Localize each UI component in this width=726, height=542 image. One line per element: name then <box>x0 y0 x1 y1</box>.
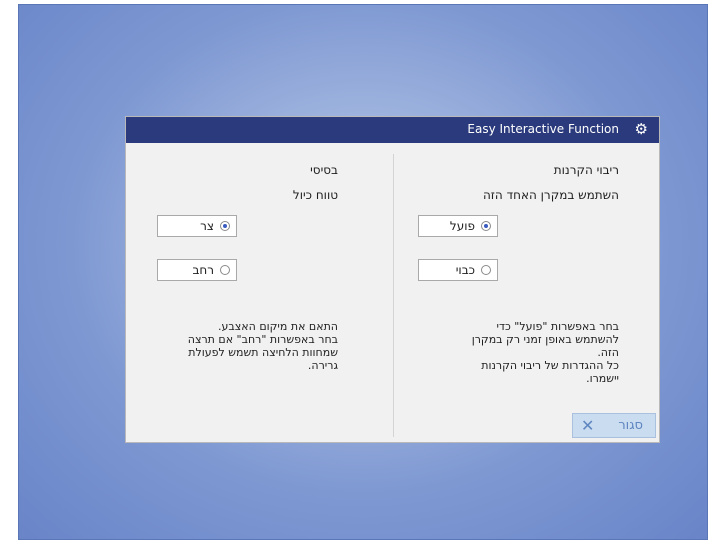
settings-dialog: Easy Interactive Function ⚙ ריבוי הקרנות… <box>125 116 660 443</box>
description-line: להשתמש באופן זמני רק במקרן <box>471 333 619 346</box>
radio-off-icon[interactable] <box>481 265 491 275</box>
description-line: הזה. <box>597 346 619 359</box>
close-icon: ✕ <box>581 416 595 435</box>
dialog-title: Easy Interactive Function <box>467 122 619 136</box>
description-line: שמחוות הלחיצה תשמש לפעולת <box>188 346 338 359</box>
close-button-label: סגור <box>618 418 643 433</box>
calibration-description: התאם את מיקום האצבע. בחר באפשרות "רחב" א… <box>138 320 338 372</box>
radio-on-icon[interactable] <box>481 221 491 231</box>
dialog-titlebar: Easy Interactive Function ⚙ <box>126 117 659 143</box>
option-off[interactable]: כבוי <box>418 259 498 281</box>
multi-projection-description: בחר באפשרות "פועל" כדי להשתמש באופן זמני… <box>399 320 619 385</box>
radio-narrow-icon[interactable] <box>220 221 230 231</box>
description-line: גרירה. <box>307 359 338 372</box>
description-line: בחר באפשרות "פועל" כדי <box>496 320 619 333</box>
option-on[interactable]: פועל <box>418 215 498 237</box>
basic-heading: בסיסי <box>310 163 338 177</box>
description-line: כל ההגדרות של ריבוי הקרנות <box>481 359 619 372</box>
multi-projection-subheading: השתמש במקרן האחד הזה <box>482 188 619 202</box>
description-line: יישמרו. <box>586 372 619 385</box>
option-narrow[interactable]: צר <box>157 215 237 237</box>
close-button[interactable]: ✕ סגור <box>572 413 656 438</box>
radio-wide-icon[interactable] <box>220 265 230 275</box>
multi-projection-heading: ריבוי הקרנות <box>553 163 619 177</box>
gear-icon[interactable]: ⚙ <box>635 120 648 138</box>
option-on-label: פועל <box>449 219 475 233</box>
option-wide[interactable]: רחב <box>157 259 237 281</box>
calibration-range-subheading: טווח כיול <box>292 188 338 202</box>
option-off-label: כבוי <box>455 263 475 277</box>
option-wide-label: רחב <box>192 263 214 277</box>
column-divider <box>393 154 394 437</box>
projection-screen: Easy Interactive Function ⚙ ריבוי הקרנות… <box>18 4 708 540</box>
description-line: בחר באפשרות "רחב" אם תרצה <box>187 333 338 346</box>
description-line: התאם את מיקום האצבע. <box>218 320 338 333</box>
option-narrow-label: צר <box>200 219 214 233</box>
